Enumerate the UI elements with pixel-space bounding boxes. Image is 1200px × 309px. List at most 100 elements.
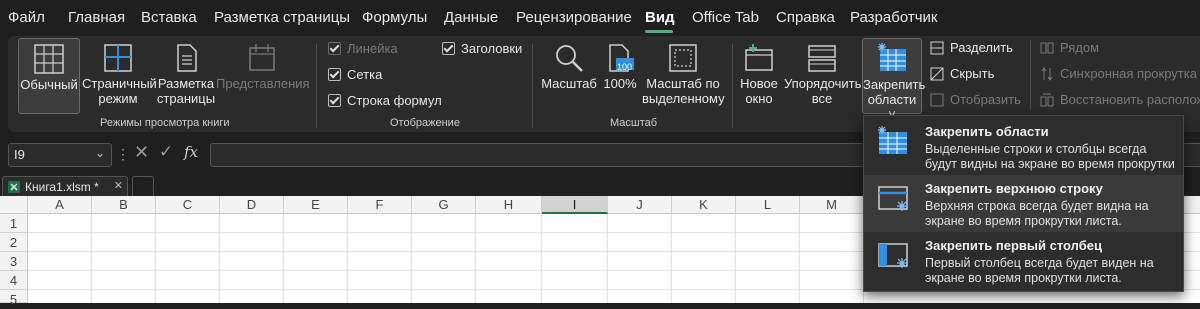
zoom-100-button[interactable]: 100 100% [602, 38, 638, 112]
reset-position-button[interactable]: Восстановить расположение [1040, 92, 1200, 107]
row-header[interactable]: 1 [0, 214, 28, 233]
menu-office-tab[interactable]: Office Tab [692, 9, 759, 26]
gridline [541, 214, 542, 303]
separator [1030, 40, 1031, 110]
row-header[interactable]: 4 [0, 271, 28, 290]
option-description: Верхняя строка всегда будет видна на экр… [925, 199, 1149, 228]
menu-view[interactable]: Вид [645, 9, 675, 26]
row-header[interactable]: 5 [0, 290, 28, 307]
gridline [155, 214, 156, 303]
arrange-all-button[interactable]: Упорядочить все [784, 38, 861, 112]
custom-views-button[interactable]: Представления [216, 38, 310, 112]
hide-button[interactable]: Скрыть [930, 66, 994, 81]
side-by-side-button[interactable]: Рядом [1040, 40, 1099, 55]
enter-icon[interactable]: ✓ [159, 142, 173, 162]
excel-file-icon [8, 180, 20, 193]
magnifier-icon [556, 45, 583, 72]
select-all-corner[interactable] [0, 196, 28, 214]
option-title: Закрепить области [925, 124, 1049, 139]
zoom-group-label: Масштаб [610, 117, 658, 129]
menu-bar: Файл Главная Вставка Разметка страницы Ф… [0, 0, 1200, 34]
column-header[interactable]: B [92, 196, 156, 214]
sync-scroll-label: Синхронная прокрутка [1060, 66, 1197, 81]
views-group-label: Режимы просмотра книги [100, 117, 230, 129]
column-header[interactable]: E [284, 196, 348, 214]
workbook-tab[interactable]: Книга1.xlsm * ✕ [2, 176, 128, 196]
freeze-panes-option[interactable]: Закрепить области Выделенные строки и ст… [864, 118, 1183, 186]
checkbox-box [328, 42, 341, 55]
reset-position-label: Восстановить расположение [1060, 92, 1200, 107]
checkbox-box [328, 68, 341, 81]
menu-page-layout[interactable]: Разметка страницы [214, 9, 350, 26]
menu-developer[interactable]: Разработчик [850, 9, 937, 26]
formula-bar-checkbox[interactable]: Строка формул [328, 93, 442, 108]
name-box-value: I9 [14, 147, 25, 162]
insert-function-icon[interactable]: fx [184, 143, 198, 161]
name-box[interactable]: I9 ⌄ [8, 143, 112, 167]
freeze-first-column-option[interactable]: Закрепить первый столбец Первый столбец … [864, 232, 1183, 289]
freeze-panes-button[interactable]: Закрепитьобласти ˅ [862, 38, 925, 122]
column-header[interactable]: D [220, 196, 284, 214]
normal-view-button[interactable]: Обычный [18, 38, 80, 114]
headings-label: Заголовки [461, 41, 523, 56]
custom-views-icon [249, 44, 275, 71]
workbook-tab-label: Книга1.xlsm * [25, 179, 99, 194]
menu-review[interactable]: Рецензирование [516, 9, 632, 26]
cancel-icon[interactable]: ✕ [134, 142, 149, 163]
gridline [283, 214, 284, 303]
new-window-button[interactable]: Новое окно [736, 38, 782, 112]
sync-scroll-icon [1041, 66, 1053, 81]
page-break-view-button[interactable]: Разметка страницы [156, 38, 216, 112]
menu-home[interactable]: Главная [68, 9, 125, 26]
column-header[interactable]: G [412, 196, 476, 214]
gridline [607, 214, 608, 303]
zoom-selection-icon [669, 44, 697, 72]
zoom-button[interactable]: Масштаб [540, 38, 598, 112]
sync-scroll-button[interactable]: Синхронная прокрутка [1040, 66, 1197, 81]
gridlines-checkbox[interactable]: Сетка [328, 67, 382, 82]
option-description: Первый столбец всегда будет виден на экр… [925, 256, 1154, 285]
active-tab-indicator [645, 30, 673, 33]
chevron-down-icon[interactable]: ⌄ [95, 146, 105, 160]
row-header[interactable]: 2 [0, 233, 28, 252]
split-label: Разделить [950, 40, 1013, 55]
gridline [799, 214, 800, 303]
column-header[interactable]: M [800, 196, 864, 214]
page-break-label: Разметка страницы [156, 76, 216, 106]
menu-file[interactable]: Файл [8, 9, 45, 26]
page-layout-icon [104, 44, 132, 72]
page-layout-view-button[interactable]: Страничный режим [82, 38, 157, 112]
gridline [347, 214, 348, 303]
split-button[interactable]: Разделить [930, 40, 1013, 55]
unhide-button[interactable]: Отобразить [930, 92, 1021, 107]
checkbox-box [442, 42, 455, 55]
menu-help[interactable]: Справка [776, 9, 835, 26]
gridline [411, 214, 412, 303]
column-header[interactable]: A [28, 196, 92, 214]
menu-insert[interactable]: Вставка [141, 9, 197, 26]
column-header[interactable]: F [348, 196, 412, 214]
row-header[interactable]: 3 [0, 252, 28, 271]
new-window-icon [745, 44, 773, 71]
column-header[interactable]: C [156, 196, 220, 214]
zoom-selection-button[interactable]: Масштаб по выделенному [642, 38, 725, 112]
menu-formulas[interactable]: Формулы [362, 9, 427, 26]
column-header[interactable]: L [736, 196, 800, 214]
more-options-icon[interactable]: ⋮ [116, 146, 130, 163]
column-header[interactable]: J [608, 196, 672, 214]
close-icon[interactable]: ✕ [114, 179, 123, 192]
freeze-top-row-icon [878, 186, 908, 211]
unhide-label: Отобразить [950, 92, 1021, 107]
headings-checkbox[interactable]: Заголовки [442, 41, 522, 56]
unhide-icon [930, 93, 944, 106]
ruler-checkbox[interactable]: Линейка [328, 41, 398, 56]
zoom-selection-label: Масштаб по выделенному [642, 76, 725, 106]
gridlines-label: Сетка [347, 67, 383, 82]
option-title: Закрепить первый столбец [925, 238, 1102, 253]
column-header[interactable]: H [476, 196, 542, 214]
column-header-active[interactable]: I [542, 196, 608, 214]
column-header[interactable]: K [672, 196, 736, 214]
new-tab-button[interactable] [132, 176, 154, 196]
freeze-top-row-option[interactable]: Закрепить верхнюю строку Верхняя строка … [864, 175, 1183, 232]
menu-data[interactable]: Данные [444, 9, 498, 26]
